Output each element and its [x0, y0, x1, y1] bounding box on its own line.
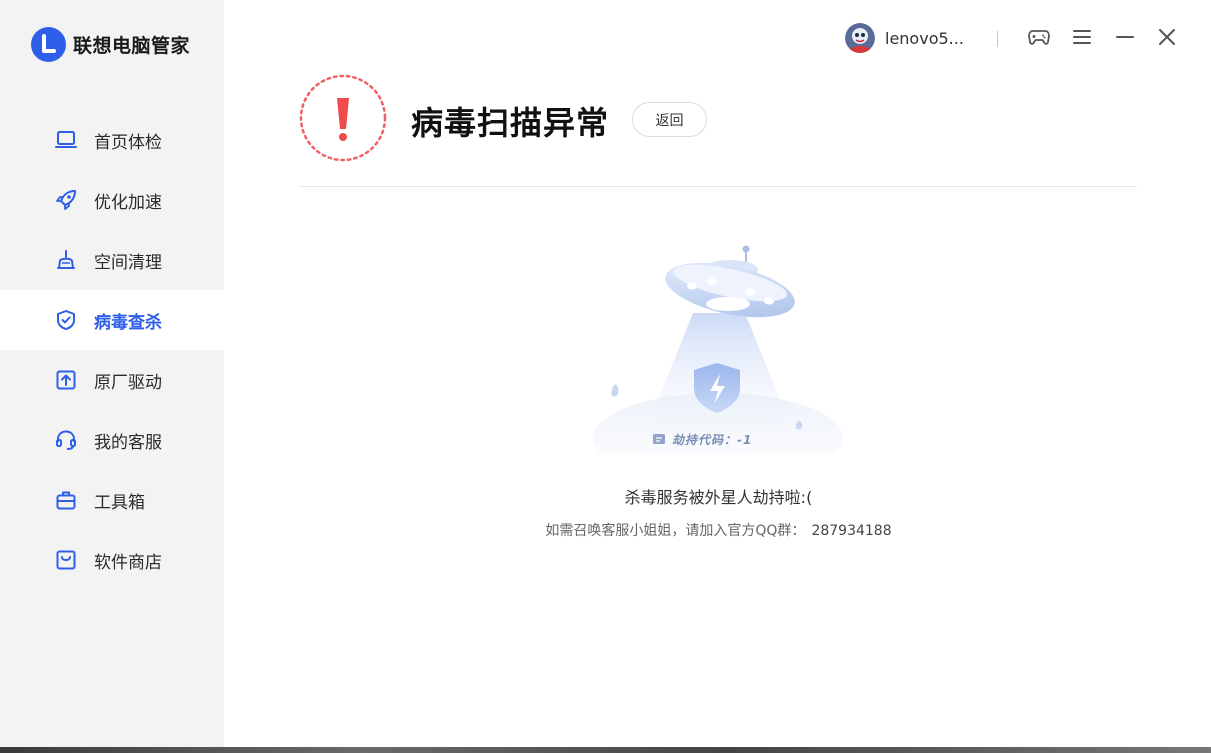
main-menu-button[interactable] [1071, 28, 1093, 50]
lenovo-logo-icon [31, 26, 66, 62]
sidebar-item-label: 首页体检 [94, 132, 162, 153]
sidebar-item-drivers[interactable]: 原厂驱动 [0, 350, 224, 410]
sidebar-item-home-check[interactable]: 首页体检 [0, 110, 224, 170]
ufo-illustration [588, 238, 848, 483]
warning-status-icon [299, 74, 387, 162]
username: lenovo5... [885, 28, 964, 48]
game-mode-button[interactable] [1028, 28, 1050, 50]
sidebar-item-cleanup[interactable]: 空间清理 [0, 230, 224, 290]
sidebar-nav: 首页体检 优化加速 空间清理 病毒查杀 原厂驱动 我的客服 工具箱 软件商店 [0, 110, 224, 590]
back-button[interactable]: 返回 [632, 102, 707, 137]
rocket-icon [54, 188, 78, 212]
error-message: 杀毒服务被外星人劫持啦:( [624, 488, 813, 507]
sidebar-item-support[interactable]: 我的客服 [0, 410, 224, 470]
titlebar-divider [997, 31, 998, 47]
sidebar-item-label: 原厂驱动 [94, 372, 162, 393]
sidebar-item-label: 病毒查杀 [94, 312, 162, 333]
gamepad-icon [1028, 27, 1050, 51]
minimize-icon [1115, 28, 1135, 50]
minimize-button[interactable] [1114, 28, 1136, 50]
sidebar-item-label: 软件商店 [94, 552, 162, 573]
sidebar: 联想电脑管家 首页体检 优化加速 空间清理 病毒查杀 原厂驱动 我的客服 工具箱… [0, 0, 224, 753]
broom-icon [54, 248, 78, 272]
headset-icon [54, 428, 78, 452]
page-title: 病毒扫描异常 [411, 104, 610, 142]
sidebar-item-label: 优化加速 [94, 192, 162, 213]
sidebar-item-label: 我的客服 [94, 432, 162, 453]
avatar [845, 23, 875, 53]
sidebar-item-label: 空间清理 [94, 252, 162, 273]
sidebar-item-optimize[interactable]: 优化加速 [0, 170, 224, 230]
store-bag-icon [54, 548, 78, 572]
close-icon [1157, 27, 1177, 51]
hijack-code-label: 劫持代码：-1 [652, 430, 752, 448]
hijack-code-text: 劫持代码：-1 [672, 432, 753, 447]
menu-icon [1072, 28, 1092, 50]
support-contact: 如需召唤客服小姐姐，请加入官方QQ群： 287934188 [0, 520, 1211, 540]
sidebar-item-virus-scan[interactable]: 病毒查杀 [0, 290, 224, 350]
laptop-icon [54, 128, 78, 152]
header-divider [298, 186, 1137, 187]
support-contact-text: 如需召唤客服小姐姐，请加入官方QQ群： [545, 523, 806, 539]
shield-icon [54, 308, 78, 332]
upload-box-icon [54, 368, 78, 392]
app-logo: 联想电脑管家 [31, 26, 190, 62]
taskbar-edge [0, 747, 1211, 753]
qq-group-number[interactable]: 287934188 [811, 523, 891, 539]
app-name: 联想电脑管家 [73, 34, 191, 57]
user-account[interactable]: lenovo5... [845, 23, 964, 53]
close-button[interactable] [1156, 28, 1178, 50]
terminal-icon [652, 430, 666, 449]
app-window: 联想电脑管家 首页体检 优化加速 空间清理 病毒查杀 原厂驱动 我的客服 工具箱… [0, 0, 1211, 753]
